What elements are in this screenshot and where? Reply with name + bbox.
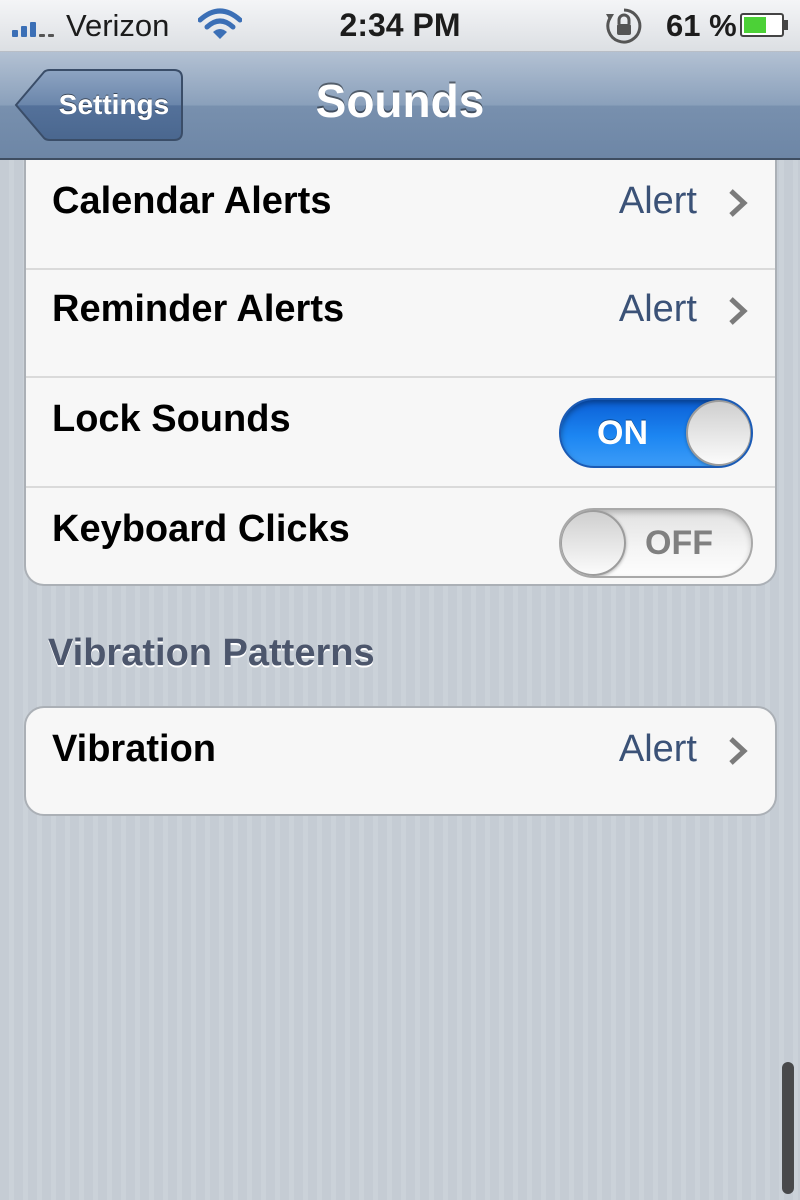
rotation-lock-icon xyxy=(606,8,642,44)
reminder-alerts-row[interactable]: Reminder Alerts Alert xyxy=(26,268,775,378)
vibration-row[interactable]: Vibration Alert xyxy=(26,708,775,814)
chevron-right-icon xyxy=(729,189,748,217)
keyboard-clicks-label: Keyboard Clicks xyxy=(52,508,350,550)
lock-sounds-toggle-state: ON xyxy=(597,414,648,452)
calendar-alerts-value: Alert xyxy=(618,180,697,222)
vibration-patterns-header: Vibration Patterns xyxy=(48,632,375,674)
keyboard-clicks-toggle[interactable]: OFF xyxy=(559,508,753,578)
calendar-alerts-row[interactable]: Calendar Alerts Alert xyxy=(26,160,775,270)
battery-percent: 61 % xyxy=(666,8,737,43)
toggle-knob xyxy=(686,400,751,466)
chevron-right-icon xyxy=(729,737,748,765)
reminder-alerts-label: Reminder Alerts xyxy=(52,288,345,330)
vibration-value: Alert xyxy=(618,728,697,770)
toggle-knob xyxy=(561,510,626,576)
keyboard-clicks-row: Keyboard Clicks OFF xyxy=(26,488,775,598)
calendar-alerts-label: Calendar Alerts xyxy=(52,180,332,222)
reminder-alerts-value: Alert xyxy=(618,288,697,330)
vibration-group: Vibration Alert xyxy=(24,706,777,816)
vibration-label: Vibration xyxy=(52,728,216,770)
page-title: Sounds xyxy=(315,75,485,127)
lock-sounds-row: Lock Sounds ON xyxy=(26,378,775,488)
chevron-right-icon xyxy=(729,297,748,325)
sounds-group: Calendar Alerts Alert Reminder Alerts Al… xyxy=(24,160,777,586)
keyboard-clicks-toggle-state: OFF xyxy=(645,524,713,562)
scroll-indicator[interactable] xyxy=(782,1062,794,1194)
battery-icon xyxy=(740,13,788,37)
lock-sounds-label: Lock Sounds xyxy=(52,398,291,440)
lock-sounds-toggle[interactable]: ON xyxy=(559,398,753,468)
navigation-bar: Settings Sounds xyxy=(0,52,800,160)
status-bar: Verizon 2:34 PM 61 % xyxy=(0,0,800,52)
